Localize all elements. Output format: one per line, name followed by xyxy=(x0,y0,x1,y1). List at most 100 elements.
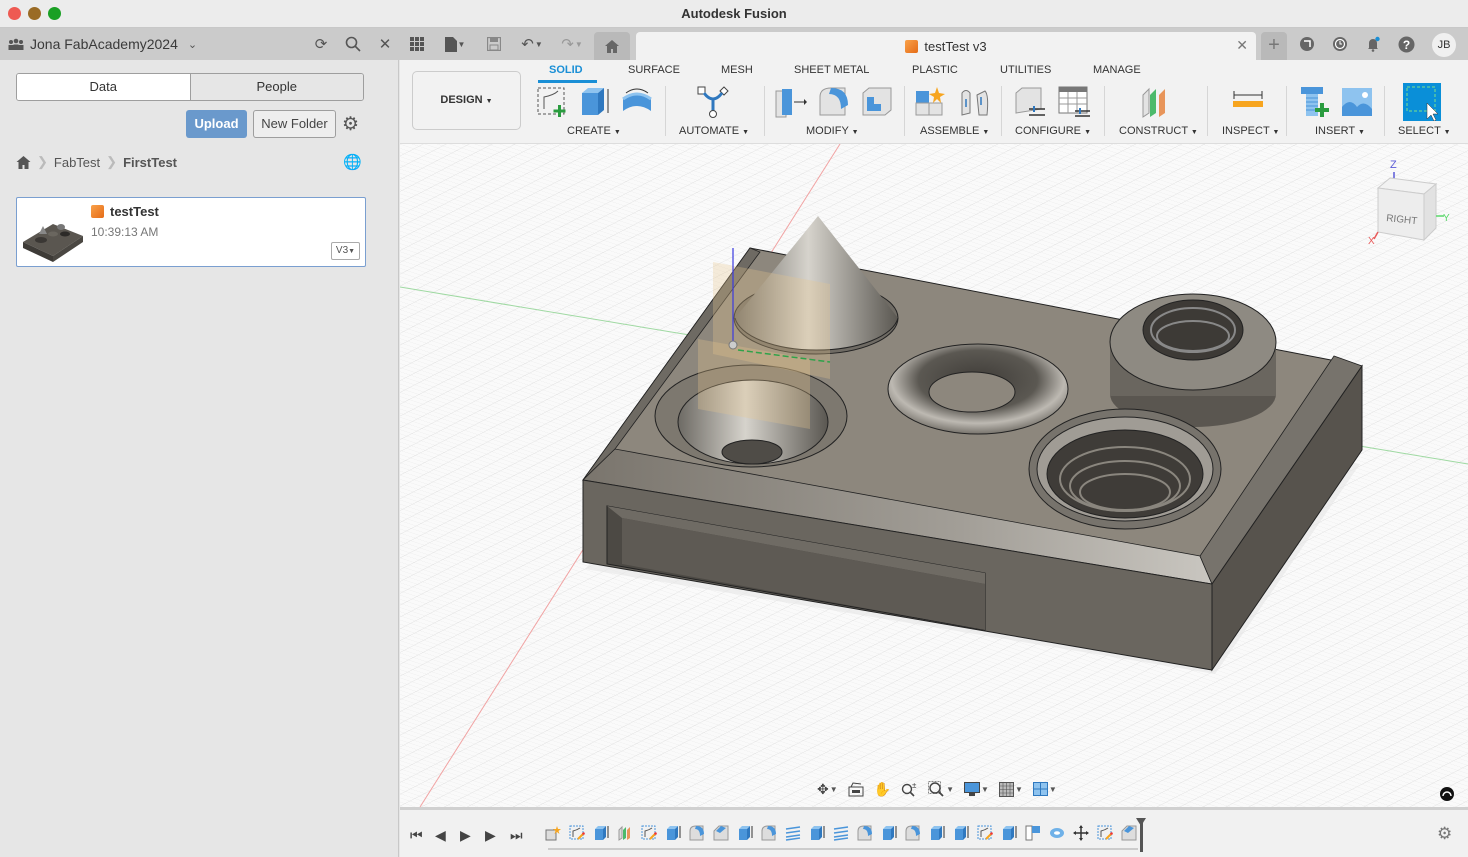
new-component-icon[interactable] xyxy=(913,85,947,119)
insert-menu[interactable]: INSERT ▼ xyxy=(1315,125,1365,137)
tab-mesh[interactable]: MESH xyxy=(721,64,753,76)
timeline-feature-fillet-icon[interactable] xyxy=(760,824,778,842)
orbit-icon[interactable]: ✥ ▼ xyxy=(814,781,841,798)
assemble-menu[interactable]: ASSEMBLE ▼ xyxy=(920,125,989,137)
go-to-start-icon[interactable]: ⏮ xyxy=(410,827,423,844)
configuration-table-icon[interactable] xyxy=(1057,85,1091,119)
modify-menu[interactable]: MODIFY ▼ xyxy=(806,125,859,137)
timeline-feature-extrude-icon[interactable] xyxy=(1000,824,1018,842)
close-tab-icon[interactable]: ✕ xyxy=(1236,37,1248,54)
zoom-icon[interactable]: ± xyxy=(898,781,921,797)
redo-icon[interactable]: ↷ ▼ xyxy=(557,33,587,55)
timeline-feature-fillet-icon[interactable] xyxy=(688,824,706,842)
timeline-feature-split-icon[interactable] xyxy=(1024,824,1042,842)
timeline-marker[interactable] xyxy=(1136,818,1146,852)
new-tab-button[interactable]: + xyxy=(1261,32,1287,60)
viewports-icon[interactable]: ▼ xyxy=(1030,782,1060,796)
tab-solid[interactable]: SOLID xyxy=(549,64,583,76)
play-icon[interactable]: ▶ xyxy=(460,827,471,844)
step-back-icon[interactable]: ◀ xyxy=(435,827,446,844)
display-settings-icon[interactable]: ▼ xyxy=(961,781,992,797)
tab-plastic[interactable]: PLASTIC xyxy=(912,64,958,76)
joint-icon[interactable] xyxy=(957,85,991,119)
timeline-feature-chamfer-icon[interactable] xyxy=(712,824,730,842)
file-card[interactable]: testTest 10:39:13 AM V3▼ xyxy=(16,197,366,267)
construct-menu[interactable]: CONSTRUCT ▼ xyxy=(1119,125,1198,137)
timeline-feature-sketch-icon[interactable] xyxy=(976,824,994,842)
extrude-icon[interactable] xyxy=(578,85,612,119)
tab-data[interactable]: Data xyxy=(17,74,191,100)
select-menu[interactable]: SELECT ▼ xyxy=(1398,125,1451,137)
automate-menu[interactable]: AUTOMATE ▼ xyxy=(679,125,749,137)
breadcrumb-item[interactable]: FabTest xyxy=(54,155,100,170)
timeline-feature-extrude-icon[interactable] xyxy=(736,824,754,842)
create-menu[interactable]: CREATE ▼ xyxy=(567,125,621,137)
timeline-feature-chamfer-icon[interactable] xyxy=(1120,824,1138,842)
home-tab[interactable] xyxy=(594,32,630,60)
help-icon[interactable]: ? xyxy=(1395,33,1417,55)
refresh-icon[interactable]: ⟳ xyxy=(310,33,332,55)
close-window-button[interactable] xyxy=(8,7,21,20)
grid-icon[interactable] xyxy=(406,33,428,55)
look-at-icon[interactable] xyxy=(845,781,867,797)
team-switcher[interactable]: Jona FabAcademy2024 ⌄ xyxy=(8,28,197,60)
tab-surface[interactable]: SURFACE xyxy=(628,64,680,76)
file-menu-icon[interactable]: ▼ xyxy=(440,33,470,55)
timeline-settings-gear-icon[interactable]: ⚙ xyxy=(1437,824,1452,844)
timeline-feature-fillet-icon[interactable] xyxy=(904,824,922,842)
insert-mcmaster-icon[interactable] xyxy=(1299,85,1333,119)
globe-visibility-icon[interactable]: 🌐 xyxy=(343,153,362,171)
timeline-feature-extrude-icon[interactable] xyxy=(952,824,970,842)
version-dropdown[interactable]: V3▼ xyxy=(331,242,360,260)
timeline-feature-torus-icon[interactable] xyxy=(1048,824,1066,842)
create-sketch-icon[interactable] xyxy=(536,85,570,119)
press-pull-icon[interactable] xyxy=(774,85,808,119)
home-icon[interactable] xyxy=(16,155,31,169)
undo-icon[interactable]: ↶ ▼ xyxy=(517,33,547,55)
timeline-feature-move-icon[interactable] xyxy=(1072,824,1090,842)
fit-icon[interactable]: ▼ xyxy=(925,781,957,797)
go-to-end-icon[interactable]: ⏭ xyxy=(510,827,523,844)
tab-people[interactable]: People xyxy=(190,74,363,100)
maximize-window-button[interactable] xyxy=(48,7,61,20)
configure-icon[interactable] xyxy=(1013,85,1047,119)
timeline-feature-sketch-icon[interactable] xyxy=(568,824,586,842)
settings-gear-icon[interactable]: ⚙ xyxy=(342,113,359,136)
document-tab[interactable]: testTest v3 ✕ xyxy=(636,32,1256,60)
automate-icon[interactable] xyxy=(696,85,730,119)
timeline-feature-extrude-icon[interactable] xyxy=(592,824,610,842)
timeline-feature-extrude-icon[interactable] xyxy=(880,824,898,842)
close-panel-icon[interactable]: ✕ xyxy=(374,33,396,55)
timeline-feature-thread-icon[interactable] xyxy=(832,824,850,842)
user-avatar[interactable]: JB xyxy=(1432,33,1456,57)
model-canvas[interactable]: Z RIGHT Y X xyxy=(400,144,1468,807)
tab-utilities[interactable]: UTILITIES xyxy=(1000,64,1051,76)
timeline-feature-plane-icon[interactable] xyxy=(616,824,634,842)
insert-canvas-icon[interactable] xyxy=(1340,85,1374,119)
save-icon[interactable] xyxy=(483,33,505,55)
timeline-feature-fillet-icon[interactable] xyxy=(856,824,874,842)
timeline-feature-extrude-icon[interactable] xyxy=(928,824,946,842)
offset-plane-icon[interactable] xyxy=(1139,85,1173,119)
timeline-feature-extrude-icon[interactable] xyxy=(808,824,826,842)
new-folder-button[interactable]: New Folder xyxy=(253,110,336,138)
timeline-feature-sketch-icon[interactable] xyxy=(1096,824,1114,842)
timeline-feature-thread-icon[interactable] xyxy=(784,824,802,842)
minimize-window-button[interactable] xyxy=(28,7,41,20)
tab-sheet-metal[interactable]: SHEET METAL xyxy=(794,64,869,76)
timeline-feature-sketch-icon[interactable] xyxy=(640,824,658,842)
timeline-feature-component-icon[interactable] xyxy=(544,824,562,842)
performance-gauge-icon[interactable] xyxy=(1440,787,1454,801)
configure-menu[interactable]: CONFIGURE ▼ xyxy=(1015,125,1091,137)
upload-button[interactable]: Upload xyxy=(186,110,247,138)
job-status-icon[interactable] xyxy=(1329,33,1351,55)
fillet-icon[interactable] xyxy=(817,85,851,119)
notifications-icon[interactable] xyxy=(1362,33,1384,55)
workspace-dropdown[interactable]: DESIGN ▼ xyxy=(412,71,521,130)
extensions-icon[interactable] xyxy=(1296,33,1318,55)
search-icon[interactable] xyxy=(342,33,364,55)
select-icon[interactable] xyxy=(1403,83,1441,121)
measure-icon[interactable] xyxy=(1231,85,1265,119)
inspect-menu[interactable]: INSPECT ▼ xyxy=(1222,125,1279,137)
timeline-feature-extrude-icon[interactable] xyxy=(664,824,682,842)
